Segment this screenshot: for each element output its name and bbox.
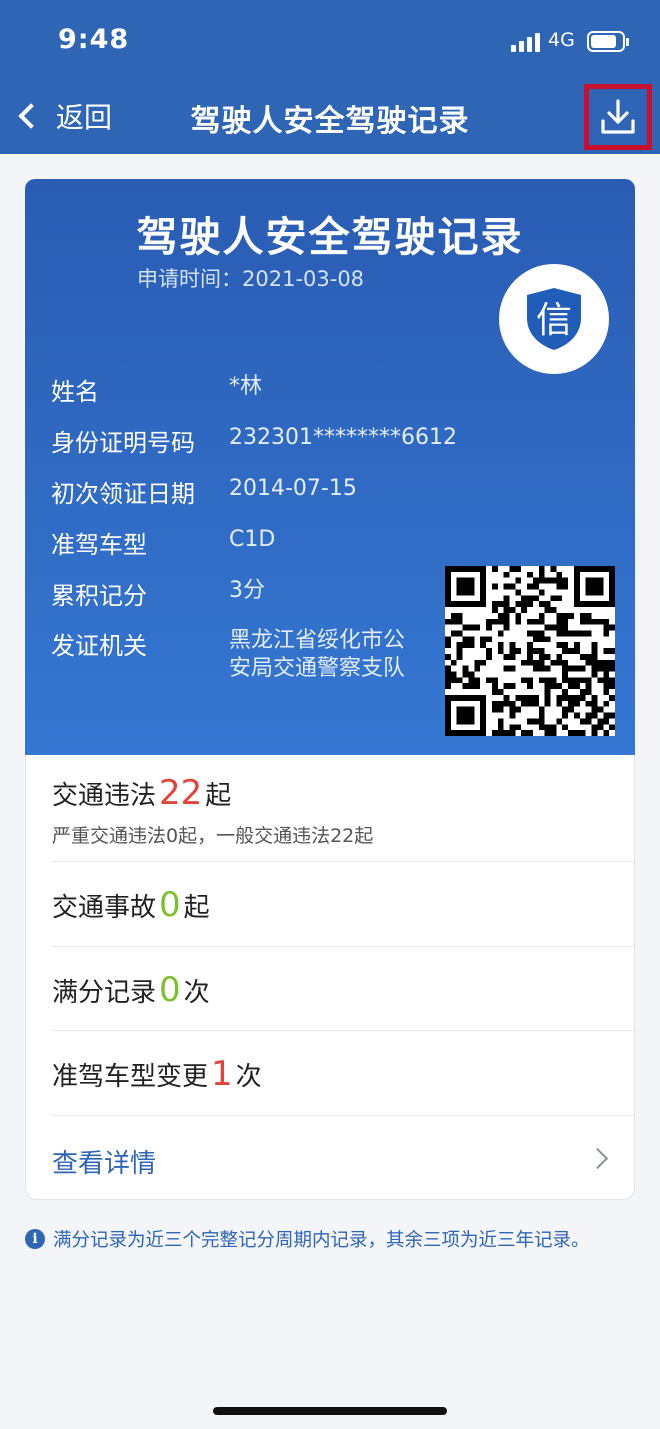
qr-code — [445, 566, 615, 736]
field-value-points: 3分 — [229, 578, 265, 603]
record-stats: 交通违法 22 起 严重交通违法0起，一般交通违法22起 交通事故 0 起 满分… — [25, 755, 635, 1200]
footnote-text: 满分记录为近三个完整记分周期内记录，其余三项为近三年记录。 — [53, 1230, 590, 1251]
status-time: 9:48 — [58, 24, 130, 55]
stat-violations-unit: 起 — [205, 781, 232, 811]
stat-full-score: 满分记录 0 次 — [52, 947, 635, 1031]
apply-time-label: 申请时间： — [137, 267, 242, 291]
stat-class-change-count: 1 — [211, 1054, 233, 1094]
stat-violations-count: 22 — [159, 773, 203, 813]
stat-accidents-unit: 起 — [183, 893, 210, 923]
footnote: i 满分记录为近三个完整记分周期内记录，其余三项为近三年记录。 — [25, 1226, 635, 1252]
page-title: 驾驶人安全驾驶记录 — [190, 104, 470, 139]
stat-accidents: 交通事故 0 起 — [52, 862, 635, 947]
stat-class-change-unit: 次 — [235, 1062, 262, 1092]
download-icon — [601, 99, 635, 134]
download-button[interactable] — [584, 84, 652, 150]
field-value-vehicle-class: C1D — [229, 527, 276, 552]
battery-icon — [587, 31, 629, 52]
field-value-id: 232301********6612 — [229, 425, 457, 450]
stat-violations-label: 交通违法 — [52, 781, 157, 811]
chevron-right-icon[interactable] — [586, 1147, 609, 1170]
driver-record-card: 驾驶人安全驾驶记录 申请时间：2021-03-08 信 姓名 *林 身份证明号码… — [25, 179, 635, 755]
field-label-vehicle-class: 准驾车型 — [51, 531, 147, 559]
stat-full-score-unit: 次 — [183, 978, 210, 1008]
network-type: 4G — [548, 29, 575, 51]
field-label-issuer: 发证机关 — [51, 632, 147, 660]
nav-bar: 返回 驾驶人安全驾驶记录 — [0, 82, 660, 154]
stat-full-score-count: 0 — [159, 970, 181, 1010]
credit-badge: 信 — [499, 264, 609, 374]
field-label-name: 姓名 — [51, 378, 99, 406]
badge-char: 信 — [536, 300, 572, 341]
shield-icon: 信 — [527, 288, 581, 350]
field-label-id: 身份证明号码 — [51, 429, 195, 457]
stat-accidents-count: 0 — [159, 885, 181, 925]
home-indicator[interactable] — [213, 1407, 447, 1415]
field-value-name: *林 — [229, 374, 263, 399]
field-value-issuer-line1: 黑龙江省绥化市公 — [229, 628, 406, 653]
apply-time-value: 2021-03-08 — [242, 267, 365, 291]
stat-full-score-label: 满分记录 — [52, 978, 157, 1008]
stat-class-change-label: 准驾车型变更 — [52, 1062, 209, 1092]
stat-class-change: 准驾车型变更 1 次 — [52, 1031, 635, 1116]
status-bar: 9:48 4G — [0, 0, 660, 82]
card-title: 驾驶人安全驾驶记录 — [136, 213, 524, 261]
field-label-first-issue: 初次领证日期 — [51, 480, 195, 508]
field-value-first-issue: 2014-07-15 — [229, 476, 357, 501]
stat-accidents-label: 交通事故 — [52, 893, 157, 923]
signal-icon — [511, 30, 541, 52]
field-label-points: 累积记分 — [51, 582, 147, 610]
field-value-issuer-line2: 安局交通警察支队 — [229, 656, 406, 681]
app-header: 9:48 4G 返回 驾驶人安全驾驶记录 — [0, 0, 660, 154]
stat-violations: 交通违法 22 起 严重交通违法0起，一般交通违法22起 — [52, 755, 635, 862]
view-details-link[interactable]: 查看详情 — [52, 1143, 156, 1180]
apply-time: 申请时间：2021-03-08 — [137, 263, 364, 293]
stat-violations-sub: 严重交通违法0起，一般交通违法22起 — [52, 825, 374, 847]
info-icon: i — [25, 1229, 45, 1249]
